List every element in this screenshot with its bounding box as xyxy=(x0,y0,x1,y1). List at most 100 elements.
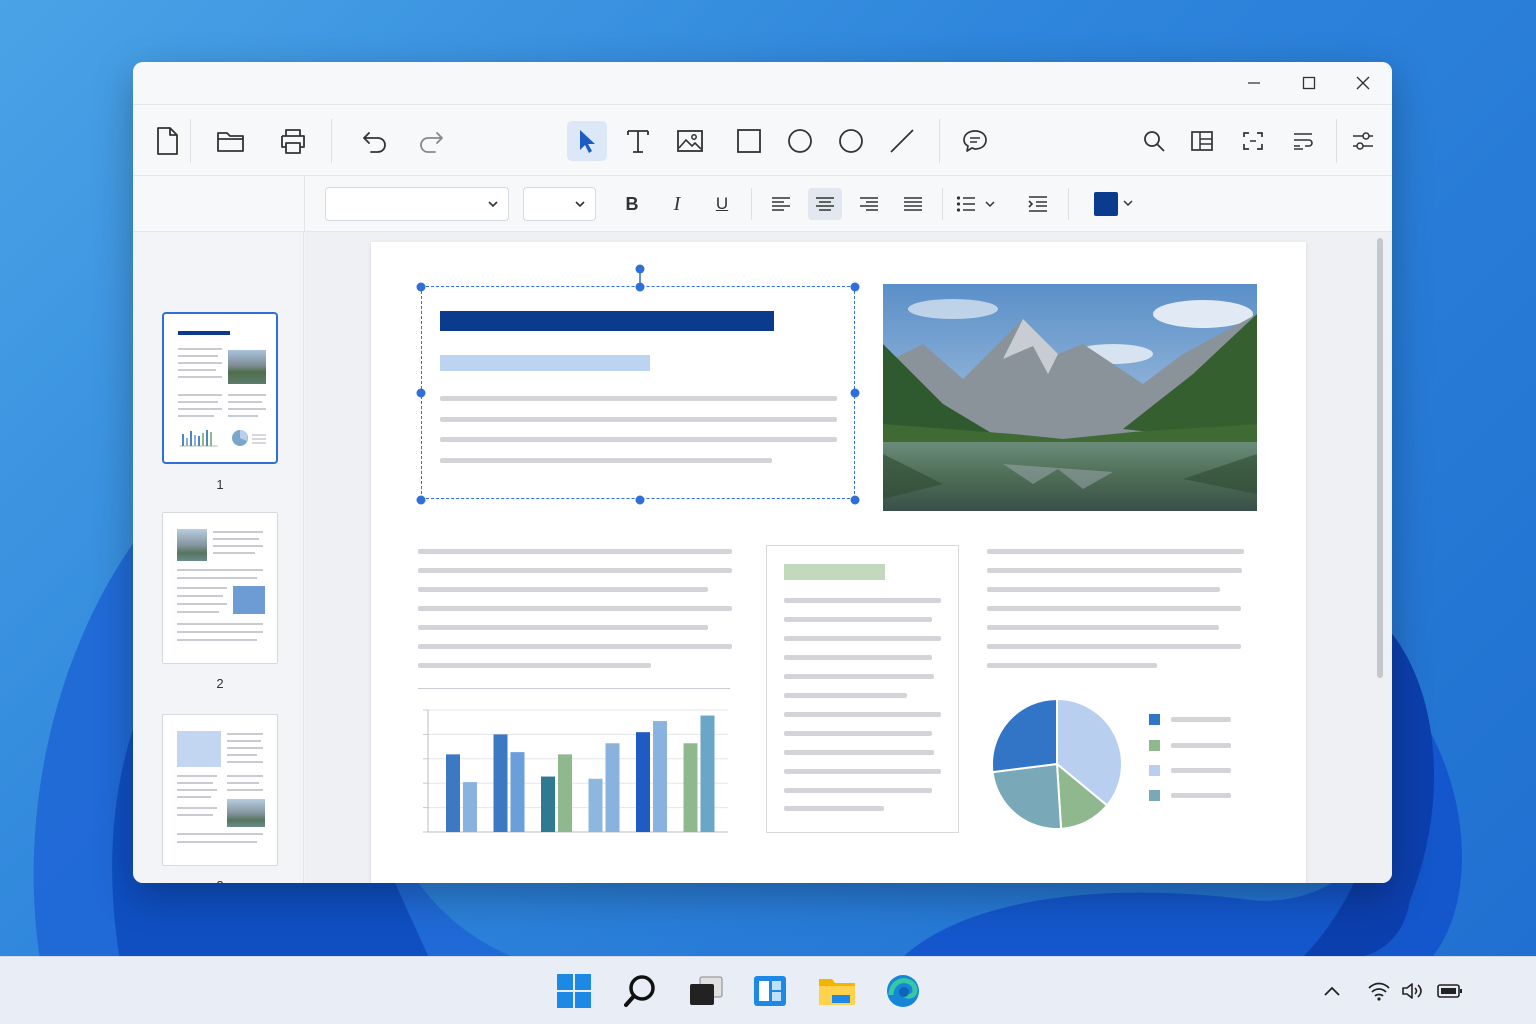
circle-tool-button[interactable] xyxy=(831,121,871,161)
align-right-button[interactable] xyxy=(852,188,886,220)
page-thumbnail-3[interactable] xyxy=(162,714,278,866)
color-swatch xyxy=(1094,192,1118,216)
italic-button[interactable]: I xyxy=(660,188,694,220)
edge-browser-icon xyxy=(887,975,919,1007)
vertical-scrollbar[interactable] xyxy=(1377,238,1383,678)
format-bar-spacer xyxy=(133,176,304,232)
taskbar-search-button[interactable] xyxy=(620,971,660,1011)
search-icon xyxy=(624,975,655,1007)
task-view-button[interactable] xyxy=(686,971,726,1011)
bar-4-series-1 xyxy=(588,778,603,832)
page-number-1: 1 xyxy=(216,477,224,492)
indent-button[interactable] xyxy=(1021,188,1055,220)
legend-swatch-4 xyxy=(1149,790,1160,801)
align-left-button[interactable] xyxy=(764,188,798,220)
chevron-down-icon xyxy=(575,201,585,208)
bold-button[interactable]: B xyxy=(615,188,649,220)
page-thumbnail-2[interactable] xyxy=(162,512,278,664)
page-thumbnail-1[interactable] xyxy=(162,312,278,464)
minimize-button[interactable] xyxy=(1227,62,1281,104)
widgets-button[interactable] xyxy=(750,971,790,1011)
widgets-icon xyxy=(754,976,786,1006)
start-button[interactable] xyxy=(554,971,594,1011)
file-explorer-button[interactable] xyxy=(817,971,857,1011)
layout-panel-button[interactable] xyxy=(1182,121,1222,161)
pie-legend xyxy=(1149,714,1231,801)
selection-handles[interactable] xyxy=(411,262,866,512)
underline-button[interactable]: U xyxy=(705,188,739,220)
undo-icon xyxy=(363,132,386,153)
chevron-down-icon xyxy=(488,201,498,208)
crop-frame-button[interactable] xyxy=(1233,121,1273,161)
pie-chart[interactable] xyxy=(987,694,1127,834)
bar-5-series-1 xyxy=(636,732,650,832)
editor-window: B I U 1 2 xyxy=(133,62,1392,883)
battery-icon xyxy=(1437,984,1462,998)
legend-swatch-1 xyxy=(1149,714,1160,725)
undo-button[interactable] xyxy=(355,121,395,161)
legend-swatch-3 xyxy=(1149,765,1160,776)
windows-start-icon xyxy=(557,974,591,1008)
thumbnail-block xyxy=(177,731,221,767)
show-hidden-icons-button[interactable] xyxy=(1318,977,1346,1005)
ellipse-tool-button[interactable] xyxy=(780,121,820,161)
page-number-2: 2 xyxy=(216,676,224,691)
text-wrap-icon xyxy=(1294,133,1313,150)
print-button[interactable] xyxy=(273,121,313,161)
rectangle-tool-icon xyxy=(737,129,761,153)
maximize-button[interactable] xyxy=(1282,62,1336,104)
font-size-dropdown[interactable] xyxy=(523,187,596,221)
settings-button[interactable] xyxy=(1343,121,1383,161)
close-icon xyxy=(1356,76,1370,90)
search-button[interactable] xyxy=(1134,121,1174,161)
minimize-icon xyxy=(1248,82,1260,84)
line-tool-button[interactable] xyxy=(882,121,922,161)
legend-swatch-2 xyxy=(1149,740,1160,751)
bar-2-series-2 xyxy=(510,752,525,832)
new-document-button[interactable] xyxy=(147,121,187,161)
main-toolbar xyxy=(133,104,1392,176)
font-family-dropdown[interactable] xyxy=(325,187,509,221)
network-button[interactable] xyxy=(1365,977,1393,1005)
chevron-up-icon xyxy=(1324,986,1340,996)
document-canvas[interactable] xyxy=(305,232,1392,883)
bulleted-list-icon xyxy=(956,196,995,212)
maximize-icon xyxy=(1302,76,1316,90)
title-bar xyxy=(133,62,1392,104)
align-center-icon xyxy=(816,197,834,211)
list-button[interactable] xyxy=(953,188,1003,220)
print-icon xyxy=(281,129,305,154)
align-justify-button[interactable] xyxy=(896,188,930,220)
mountain-lake-photo[interactable] xyxy=(883,284,1257,511)
thumbnail-chart xyxy=(180,430,266,447)
close-button[interactable] xyxy=(1336,62,1390,104)
battery-button[interactable] xyxy=(1436,977,1464,1005)
task-view-icon xyxy=(690,976,723,1005)
bar-1-series-2 xyxy=(463,782,477,832)
text-wrap-button[interactable] xyxy=(1283,121,1323,161)
redo-button[interactable] xyxy=(411,121,451,161)
text-color-picker[interactable] xyxy=(1088,188,1142,220)
thumbnail-image xyxy=(177,529,207,561)
new-document-icon xyxy=(157,127,178,155)
file-explorer-icon xyxy=(819,979,855,1005)
align-center-button[interactable] xyxy=(808,188,842,220)
rectangle-tool-button[interactable] xyxy=(729,121,769,161)
wifi-icon xyxy=(1368,982,1390,1001)
page-thumbnails-panel: 1 2 xyxy=(133,232,304,883)
text-tool-button[interactable] xyxy=(618,121,658,161)
comment-button[interactable] xyxy=(955,121,995,161)
bar-6-series-1 xyxy=(683,743,698,832)
bar-chart[interactable] xyxy=(418,704,733,839)
volume-button[interactable] xyxy=(1400,977,1428,1005)
volume-icon xyxy=(1402,983,1422,999)
redo-icon xyxy=(420,132,443,153)
open-folder-button[interactable] xyxy=(211,121,251,161)
bar-6-series-2 xyxy=(700,715,715,832)
open-folder-icon xyxy=(217,132,244,152)
edge-browser-button[interactable] xyxy=(883,971,923,1011)
image-tool-button[interactable] xyxy=(670,121,710,161)
image-tool-icon xyxy=(677,130,703,152)
select-tool-button[interactable] xyxy=(567,121,607,161)
pie-slice-4 xyxy=(991,697,1058,774)
